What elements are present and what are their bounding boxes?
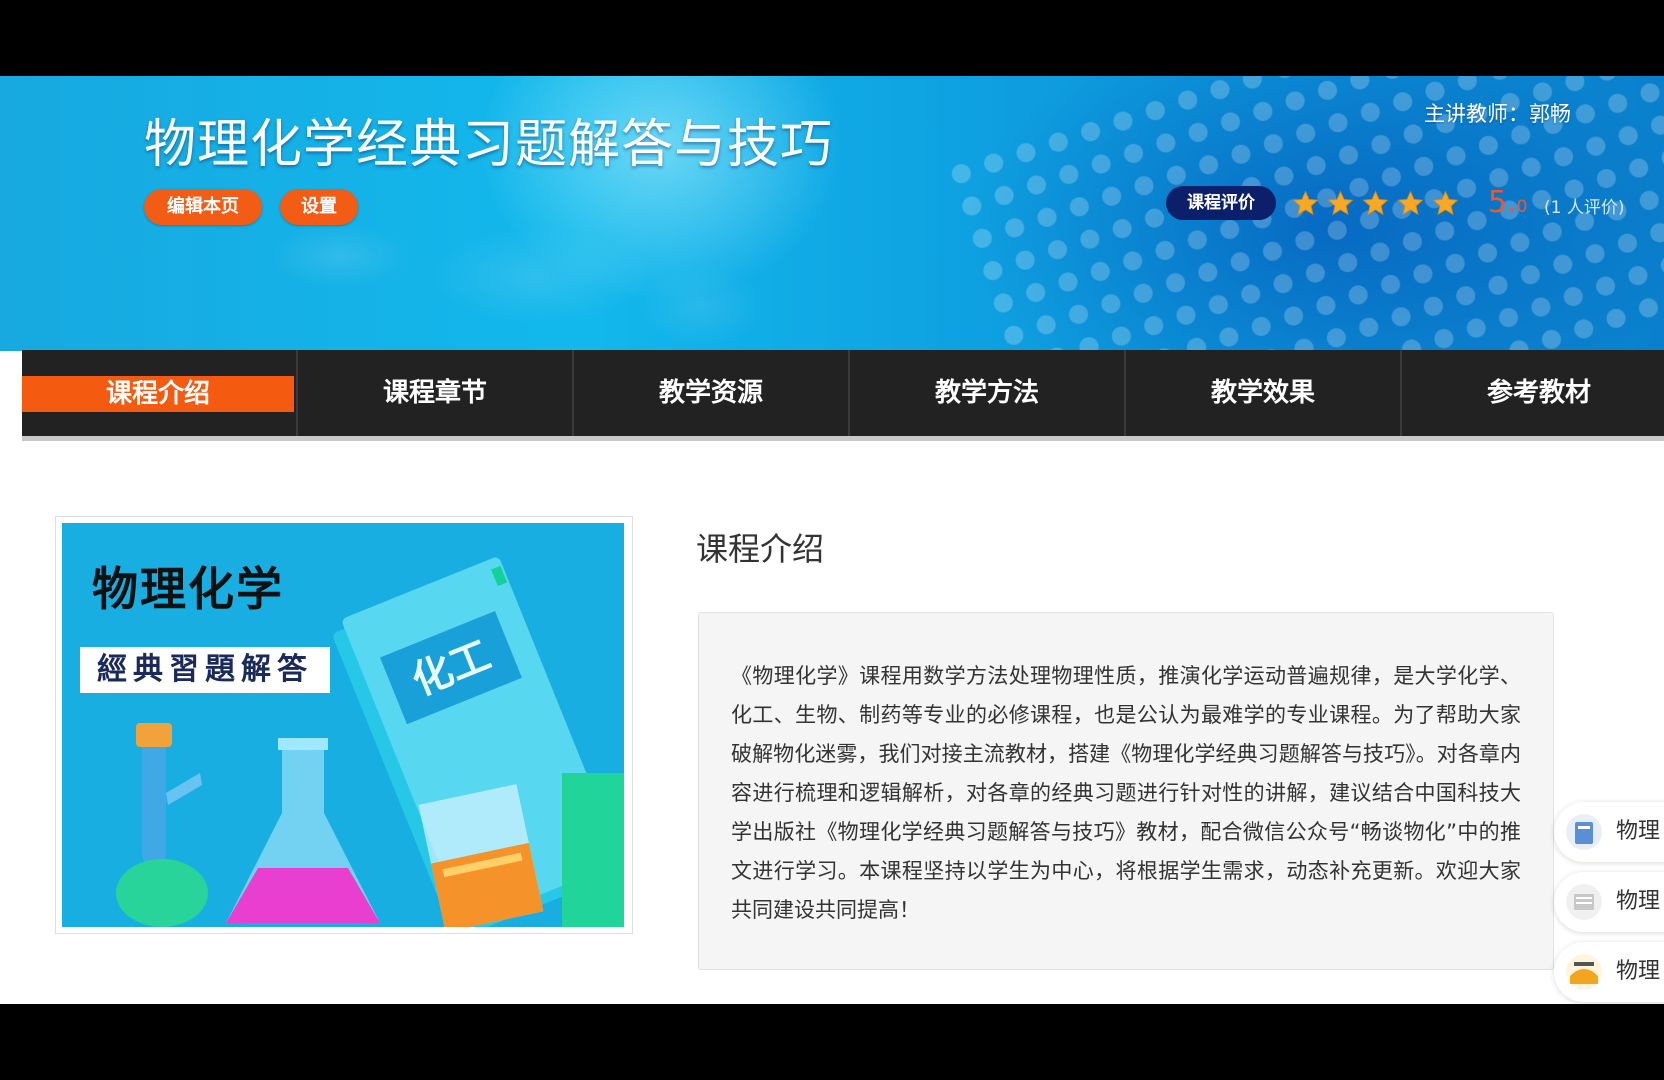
star-icon — [1327, 190, 1354, 215]
nav-tab-intro[interactable]: 课程介绍 — [22, 350, 298, 436]
course-page: 物理化学经典习题解答与技巧 编辑本页 设置 主讲教师：郭畅 课程评价 5.0 (… — [0, 76, 1664, 1004]
settings-button[interactable]: 设置 — [280, 189, 358, 225]
related-course-label: 物理 — [1616, 889, 1661, 914]
related-course-item[interactable]: 物理 — [1554, 802, 1664, 862]
intro-panel: 《物理化学》课程用数学方法处理物理性质，推演化学运动普遍规律，是大学化学、化工、… — [698, 612, 1554, 970]
nav-tab-chapters[interactable]: 课程章节 — [298, 350, 574, 436]
rating-score: 5.0 — [1488, 186, 1527, 224]
nav-tab-label: 课程介绍 — [22, 376, 294, 412]
teacher-name: 主讲教师：郭畅 — [1424, 102, 1571, 126]
course-rating-button[interactable]: 课程评价 — [1166, 186, 1276, 220]
related-course-item[interactable]: 物理 — [1554, 942, 1664, 1002]
intro-text: 《物理化学》课程用数学方法处理物理性质，推演化学运动普遍规律，是大学化学、化工、… — [731, 664, 1521, 922]
related-course-label: 物理 — [1616, 819, 1661, 844]
course-thumbnail-icon — [1566, 954, 1602, 990]
edit-page-button[interactable]: 编辑本页 — [144, 189, 262, 225]
course-cover-image: 化工 物理化学 經典習題解答 — [62, 523, 624, 927]
rating-score-decimal: 0 — [1516, 197, 1528, 217]
nav-tab-resources[interactable]: 教学资源 — [574, 350, 850, 436]
course-thumbnail-icon — [1566, 814, 1602, 850]
nav-tab-methods[interactable]: 教学方法 — [850, 350, 1126, 436]
star-icon — [1362, 190, 1389, 215]
course-title: 物理化学经典习题解答与技巧 — [144, 115, 834, 175]
star-icon — [1397, 190, 1424, 215]
course-cover-frame: 化工 物理化学 經典習題解答 — [55, 516, 633, 934]
nav-tab-label: 教学效果 — [1210, 378, 1315, 408]
course-nav: 课程介绍 课程章节 教学资源 教学方法 教学效果 参考教材 — [22, 350, 1664, 441]
section-heading: 课程介绍 — [696, 530, 825, 568]
nav-tab-textbooks[interactable]: 参考教材 — [1402, 350, 1664, 436]
nav-tab-label: 教学资源 — [658, 378, 763, 408]
course-banner: 物理化学经典习题解答与技巧 编辑本页 设置 主讲教师：郭畅 课程评价 5.0 (… — [0, 76, 1664, 351]
nav-tab-label: 教学方法 — [934, 378, 1039, 408]
nav-tab-label: 课程章节 — [382, 378, 487, 408]
rating-score-main: 5. — [1488, 185, 1517, 220]
star-icon — [1432, 190, 1459, 215]
rating-stars — [1292, 186, 1459, 220]
star-icon — [1292, 190, 1319, 215]
rating-count: (1 人评价) — [1544, 198, 1625, 218]
course-thumbnail-icon — [1566, 884, 1602, 920]
nav-tab-results[interactable]: 教学效果 — [1126, 350, 1402, 436]
related-course-label: 物理 — [1616, 959, 1661, 984]
cover-subtitle: 經典習題解答 — [80, 647, 330, 693]
cover-title: 物理化学 — [92, 562, 284, 616]
related-course-item[interactable]: 物理 — [1554, 872, 1664, 932]
nav-tab-label: 参考教材 — [1486, 378, 1591, 408]
